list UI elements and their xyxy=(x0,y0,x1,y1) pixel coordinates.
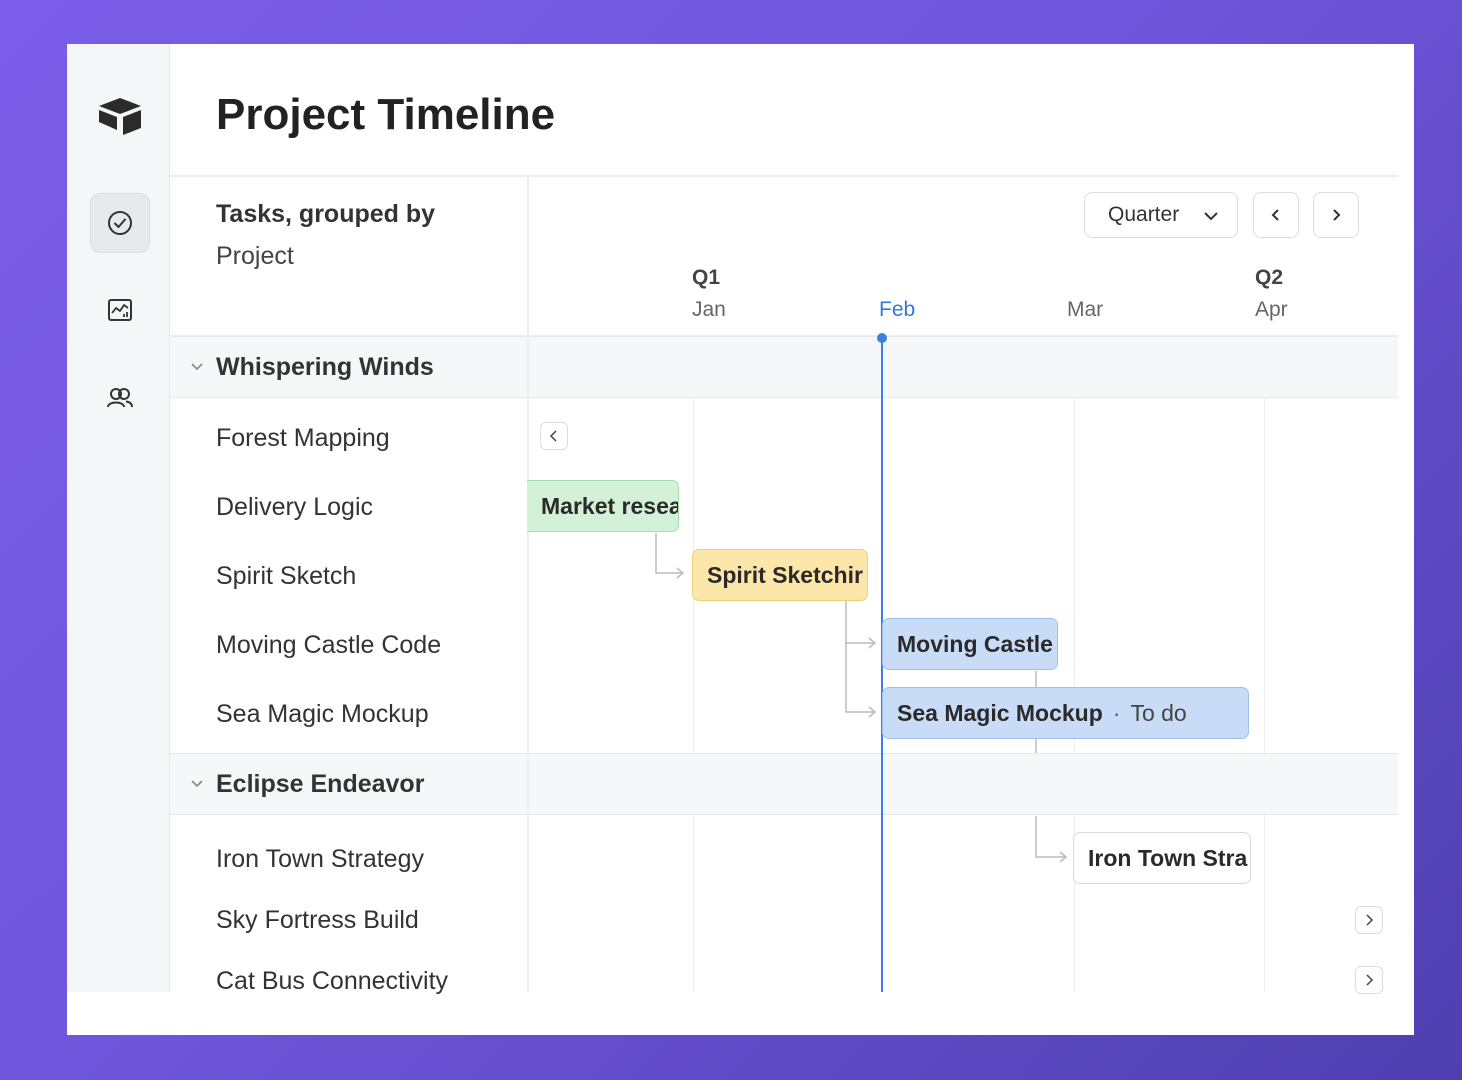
axis-quarter-q1: Q1 xyxy=(692,266,721,289)
task-bar-label: Market resea xyxy=(541,492,679,519)
task-label[interactable]: Iron Town Strategy xyxy=(216,845,424,874)
today-marker-dot xyxy=(877,333,887,343)
task-status: To do xyxy=(1130,699,1187,726)
scroll-to-task-right-button[interactable] xyxy=(1355,906,1383,934)
prev-period-button[interactable] xyxy=(1253,192,1299,238)
task-label[interactable]: Moving Castle Code xyxy=(216,631,441,660)
task-label[interactable]: Forest Mapping xyxy=(216,424,390,453)
axis-month-jan: Jan xyxy=(692,298,726,321)
task-bar-sea-magic-mockup[interactable]: Sea Magic Mockup · To do xyxy=(882,687,1249,739)
group-label: Eclipse Endeavor xyxy=(216,770,425,798)
sidebar-item-reports[interactable] xyxy=(90,280,150,340)
task-bar-moving-castle[interactable]: Moving Castle xyxy=(882,618,1058,670)
task-label[interactable]: Sea Magic Mockup xyxy=(216,700,429,729)
scroll-to-task-right-button[interactable] xyxy=(1355,966,1383,994)
chevron-right-icon xyxy=(1333,209,1341,221)
check-circle-icon xyxy=(108,211,132,235)
main-area: Project Timeline Tasks, grouped by Proje… xyxy=(170,44,1398,995)
page-title: Project Timeline xyxy=(216,90,556,139)
task-bar-label: Spirit Sketchir xyxy=(707,561,863,588)
sidebar-item-team[interactable] xyxy=(90,368,150,428)
grid-line-apr xyxy=(1264,398,1265,992)
grid-line-jan xyxy=(693,398,694,992)
chevron-left-icon xyxy=(1271,209,1279,221)
range-select-value: Quarter xyxy=(1108,203,1180,226)
next-period-button[interactable] xyxy=(1313,192,1359,238)
sidebar xyxy=(67,44,170,992)
range-select[interactable]: Quarter xyxy=(1084,192,1238,238)
task-bar-iron-town-strategy[interactable]: Iron Town Stra xyxy=(1073,832,1251,884)
task-column-divider xyxy=(527,177,529,992)
axis-month-mar: Mar xyxy=(1067,298,1104,321)
chevron-down-icon[interactable] xyxy=(190,361,204,373)
group-row-eclipse-endeavor[interactable]: Eclipse Endeavor xyxy=(170,753,1398,815)
task-label[interactable]: Spirit Sketch xyxy=(216,562,356,591)
task-bar-market-research[interactable]: Market resea xyxy=(527,480,679,532)
grouping-field[interactable]: Project xyxy=(216,242,294,271)
sidebar-item-tasks[interactable] xyxy=(90,193,150,253)
scroll-to-task-left-button[interactable] xyxy=(540,422,568,450)
chart-icon xyxy=(108,299,132,321)
axis-month-feb: Feb xyxy=(879,298,916,321)
airtable-logo-icon[interactable] xyxy=(97,96,143,136)
axis-month-apr: Apr xyxy=(1255,298,1288,321)
chevron-down-icon xyxy=(1204,212,1218,221)
separator-dot: · xyxy=(1112,699,1121,726)
task-label[interactable]: Cat Bus Connectivity xyxy=(216,967,448,996)
task-bar-label: Sea Magic Mockup xyxy=(897,699,1103,726)
users-icon xyxy=(107,388,133,408)
group-row-whispering-winds[interactable]: Whispering Winds xyxy=(170,336,1398,398)
header-divider xyxy=(170,175,1398,177)
task-label[interactable]: Sky Fortress Build xyxy=(216,906,419,935)
grouping-title: Tasks, grouped by xyxy=(216,200,436,228)
chevron-right-icon xyxy=(1366,914,1374,926)
app-window: Project Timeline Tasks, grouped by Proje… xyxy=(67,44,1414,1035)
chevron-left-icon xyxy=(549,430,557,442)
task-bar-label: Moving Castle xyxy=(897,630,1053,657)
task-bar-label: Iron Town Stra xyxy=(1088,844,1248,871)
group-label: Whispering Winds xyxy=(216,353,434,381)
chevron-down-icon[interactable] xyxy=(190,778,204,790)
task-bar-spirit-sketching[interactable]: Spirit Sketchir xyxy=(692,549,868,601)
chevron-right-icon xyxy=(1366,974,1374,986)
axis-quarter-q2: Q2 xyxy=(1255,266,1284,289)
task-label[interactable]: Delivery Logic xyxy=(216,493,373,522)
